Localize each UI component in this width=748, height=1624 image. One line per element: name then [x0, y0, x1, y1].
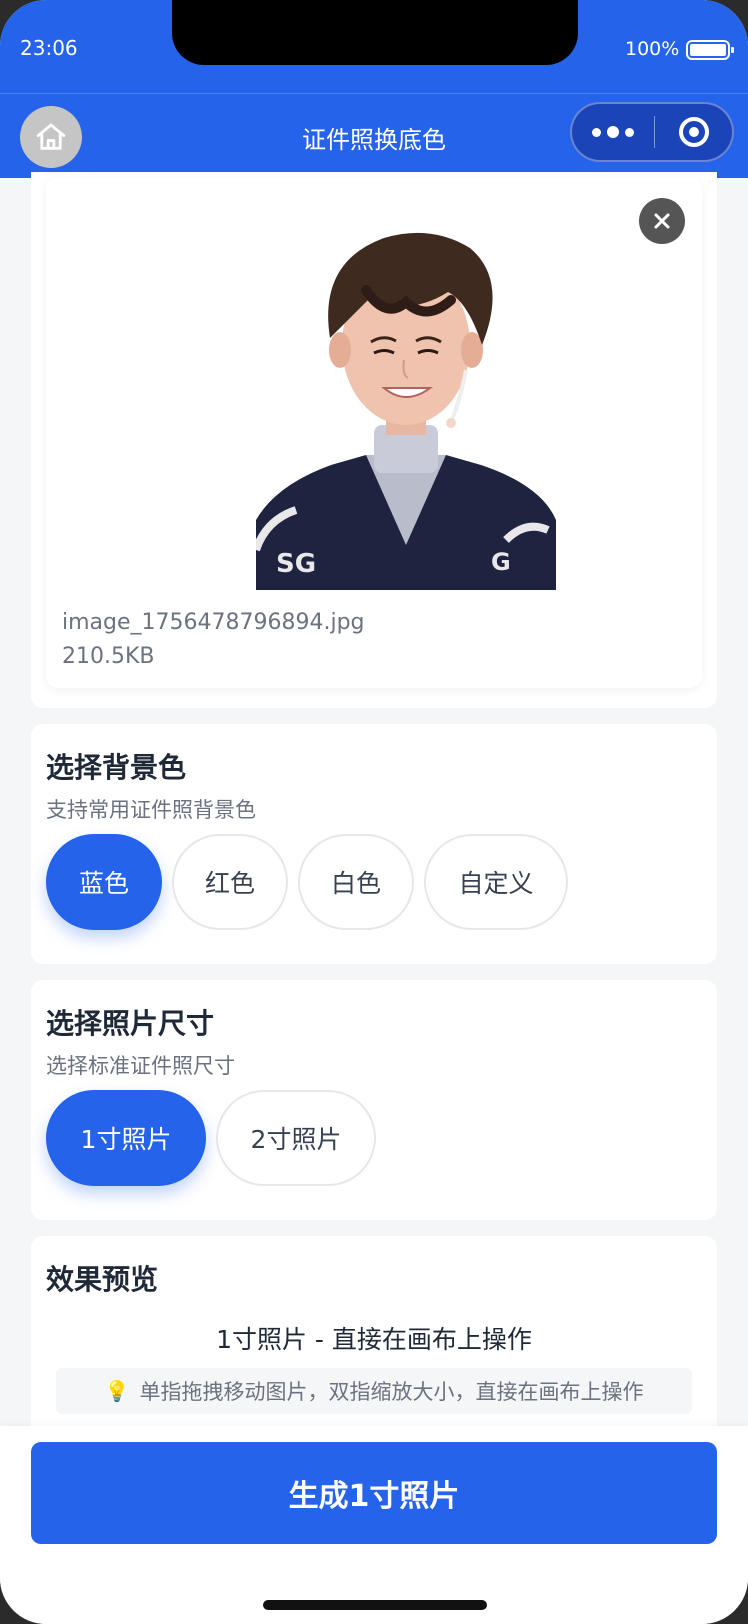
battery-icon	[686, 40, 734, 60]
remove-photo-button[interactable]	[639, 198, 685, 244]
status-time: 23:06	[20, 36, 78, 60]
photo-size-section: 选择照片尺寸 选择标准证件照尺寸 1寸照片 2寸照片	[31, 980, 717, 1220]
notch	[172, 0, 578, 65]
color-options: 蓝色 红色 白色 自定义	[46, 834, 568, 930]
section-title: 效果预览	[46, 1263, 159, 1296]
tip-text: 单指拖拽移动图片，双指缩放大小，直接在画布上操作	[139, 1380, 644, 1404]
preview-label: 1寸照片 - 直接在画布上操作	[216, 1325, 532, 1354]
target-icon	[678, 117, 709, 147]
bottom-action-bar: 生成1寸照片	[0, 1426, 748, 1624]
photo-preview-card: SG G image_1756478796894.jpg 210.5KB	[46, 178, 702, 688]
section-subtitle: 支持常用证件照背景色	[46, 798, 256, 822]
file-size: 210.5KB	[62, 644, 155, 669]
phone-screen: 23:06 100% 证件照换底色 SG G image_17564787968…	[0, 0, 748, 1624]
size-option-1-inch[interactable]: 1寸照片	[46, 1090, 206, 1186]
more-button[interactable]	[572, 104, 654, 160]
more-dot	[592, 127, 601, 137]
miniprogram-capsule	[570, 102, 734, 162]
more-dot	[625, 127, 634, 137]
close-miniprogram-button[interactable]	[655, 104, 732, 160]
photo-section: SG G image_1756478796894.jpg 210.5KB	[31, 172, 717, 708]
section-title: 选择背景色	[46, 751, 187, 784]
close-icon	[654, 213, 670, 229]
size-options: 1寸照片 2寸照片	[46, 1090, 376, 1186]
color-option-red[interactable]: 红色	[172, 834, 288, 930]
generate-photo-button[interactable]: 生成1寸照片	[31, 1442, 717, 1544]
section-subtitle: 选择标准证件照尺寸	[46, 1054, 235, 1078]
home-indicator	[263, 1600, 487, 1610]
section-title: 选择照片尺寸	[46, 1007, 215, 1040]
svg-text:G: G	[491, 548, 511, 576]
color-option-custom[interactable]: 自定义	[424, 834, 568, 930]
lightbulb-icon: 💡	[104, 1379, 130, 1403]
size-option-2-inch[interactable]: 2寸照片	[216, 1090, 376, 1186]
more-dot	[607, 126, 619, 138]
file-name: image_1756478796894.jpg	[62, 610, 365, 635]
color-option-blue[interactable]: 蓝色	[46, 834, 162, 930]
battery-percent: 100%	[625, 38, 680, 60]
uploaded-photo[interactable]: SG G	[256, 220, 556, 590]
background-color-section: 选择背景色 支持常用证件照背景色 蓝色 红色 白色 自定义	[31, 724, 717, 964]
top-bar: 23:06 100% 证件照换底色	[0, 0, 748, 178]
usage-tip: 💡 单指拖拽移动图片，双指缩放大小，直接在画布上操作	[56, 1368, 692, 1414]
divider	[0, 93, 748, 94]
color-option-white[interactable]: 白色	[298, 834, 414, 930]
svg-text:SG: SG	[276, 549, 316, 579]
